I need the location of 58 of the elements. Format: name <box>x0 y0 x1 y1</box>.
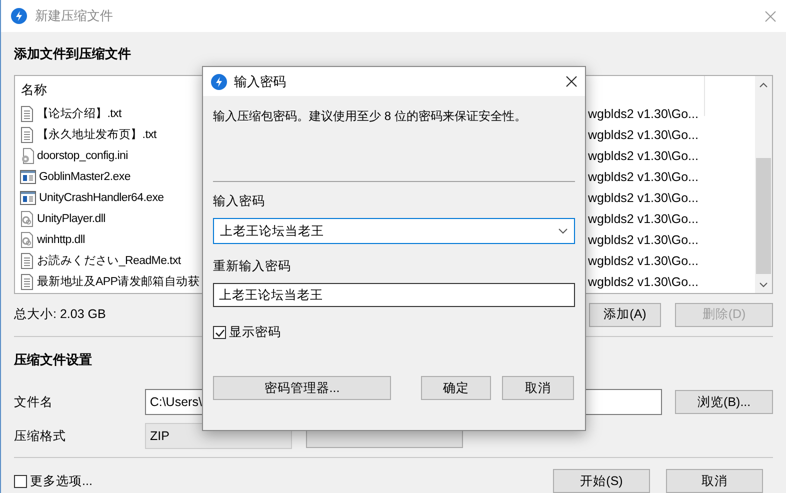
file-path: wgblds2 v1.30\Go... <box>587 106 700 120</box>
scroll-down-icon[interactable] <box>759 282 768 288</box>
file-name[interactable]: 最新地址及APP请发邮箱自动获 <box>37 274 200 289</box>
checkbox-label[interactable]: 显示密码 <box>229 324 281 341</box>
section-heading: 添加文件到压缩文件 <box>14 45 131 63</box>
scroll-up-icon[interactable] <box>759 82 768 88</box>
program-window-icon <box>20 190 36 204</box>
add-button[interactable]: 添加(A) <box>589 302 661 326</box>
file-name[interactable]: 【永久地址发布页】.txt <box>37 127 156 142</box>
password-combo[interactable]: 上老王论坛当老王 <box>213 218 575 244</box>
file-path: wgblds2 v1.30\Go... <box>587 212 700 226</box>
file-name[interactable]: 【论坛介绍】.txt <box>37 106 122 121</box>
section-heading: 压缩文件设置 <box>14 351 92 369</box>
field-label: 文件名 <box>14 394 54 410</box>
cancel-button[interactable]: 取消 <box>666 469 763 493</box>
close-icon[interactable] <box>566 76 577 87</box>
password-manager-button[interactable]: 密码管理器... <box>213 376 391 400</box>
file-path: wgblds2 v1.30\Go... <box>587 274 700 288</box>
checkbox-label[interactable]: 更多选项... <box>30 472 92 490</box>
column-header[interactable]: 名称 <box>21 80 47 98</box>
text-file-icon <box>20 274 34 290</box>
text-file-icon <box>20 106 34 122</box>
dialog-description: 输入压缩包密码。建议使用至少 8 位的密码来保证安全性。 <box>213 108 528 125</box>
window-title: 新建压缩文件 <box>35 7 114 25</box>
file-name[interactable]: winhttp.dll <box>37 234 85 246</box>
scrollbar[interactable] <box>755 76 772 293</box>
app-logo-icon <box>11 8 27 24</box>
file-path: wgblds2 v1.30\Go... <box>587 254 700 268</box>
file-path: wgblds2 v1.30\Go... <box>587 190 700 204</box>
dialog-title: 输入密码 <box>234 72 287 90</box>
text-file-icon <box>20 252 34 268</box>
checkbox[interactable] <box>14 474 27 488</box>
file-name[interactable]: GoblinMaster2.exe <box>39 170 130 182</box>
total-size: 总大小: 2.03 GB <box>14 306 107 323</box>
file-path: wgblds2 v1.30\Go... <box>587 170 700 184</box>
app-logo-icon <box>211 74 227 90</box>
field-label: 压缩格式 <box>14 428 67 444</box>
field-label: 重新输入密码 <box>213 258 292 275</box>
file-path: wgblds2 v1.30\Go... <box>587 232 700 246</box>
start-button[interactable]: 开始(S) <box>553 469 650 493</box>
checkbox[interactable] <box>213 326 226 339</box>
file-name[interactable]: UnityPlayer.dll <box>37 212 106 224</box>
ok-button[interactable]: 确定 <box>421 376 491 400</box>
file-path: wgblds2 v1.30\Go... <box>587 148 700 162</box>
file-name[interactable]: doorstop_config.ini <box>37 150 128 162</box>
field-label: 输入密码 <box>213 193 266 210</box>
settings-file-icon <box>20 148 34 164</box>
browse-button[interactable]: 浏览(B)... <box>675 390 774 414</box>
file-path: wgblds2 v1.30\Go... <box>587 128 700 142</box>
cancel-button[interactable]: 取消 <box>502 376 574 400</box>
confirm-password-field[interactable]: 上老王论坛当老王 <box>213 283 575 307</box>
file-name[interactable]: お読みください_ReadMe.txt <box>37 253 181 268</box>
program-window-icon <box>20 170 36 184</box>
text-file-icon <box>20 126 34 142</box>
gear-file-icon <box>20 210 34 226</box>
file-name[interactable]: UnityCrashHandler64.exe <box>39 192 164 204</box>
chevron-down-icon <box>558 228 568 234</box>
gear-file-icon <box>20 232 34 248</box>
